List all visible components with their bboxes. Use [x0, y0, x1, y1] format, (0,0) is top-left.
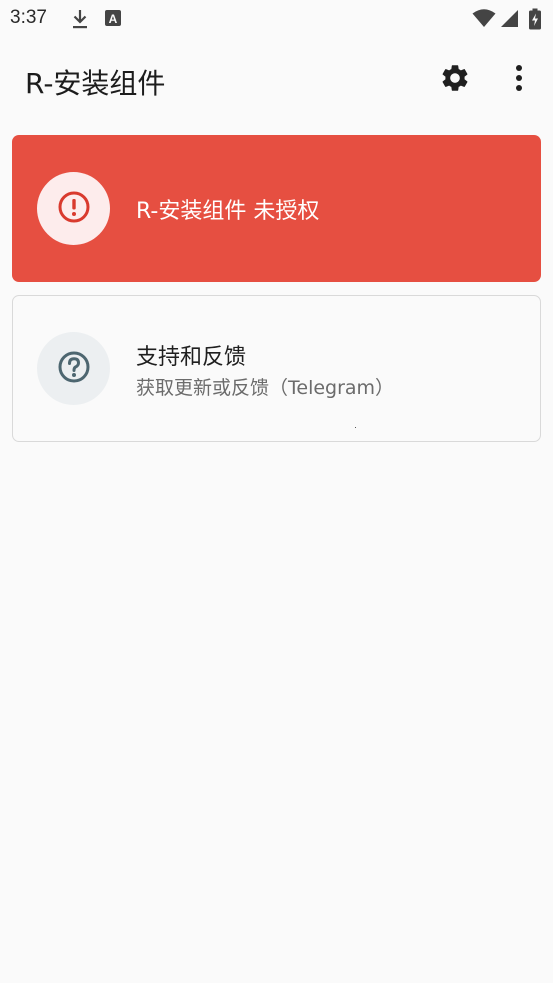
download-icon	[70, 8, 90, 34]
more-vert-icon	[515, 64, 523, 96]
settings-gear-icon	[439, 62, 471, 98]
authorization-status-card[interactable]: R-安装组件 未授权	[12, 135, 541, 282]
support-feedback-card[interactable]: 支持和反馈 获取更新或反馈（Telegram）	[12, 295, 541, 442]
status-bar: 3:37 A	[0, 0, 553, 38]
support-icon-circle	[37, 332, 110, 405]
battery-charging-icon	[528, 8, 542, 34]
svg-text:A: A	[109, 12, 118, 26]
signal-icon	[500, 8, 519, 32]
support-title: 支持和反馈	[136, 345, 247, 370]
support-subtitle: 获取更新或反馈（Telegram）	[136, 377, 395, 399]
font-notification-icon: A	[104, 8, 122, 32]
decorative-dot	[355, 427, 356, 428]
status-title: R-安装组件 未授权	[136, 199, 320, 224]
app-title: R-安装组件	[25, 67, 166, 100]
more-options-button[interactable]	[495, 56, 543, 104]
wifi-icon	[472, 8, 496, 32]
error-alert-icon	[57, 190, 91, 228]
app-bar: R-安装组件	[0, 48, 553, 112]
settings-button[interactable]	[431, 56, 479, 104]
status-time: 3:37	[10, 7, 47, 28]
status-icon-circle	[37, 172, 110, 245]
help-question-icon	[57, 350, 91, 388]
